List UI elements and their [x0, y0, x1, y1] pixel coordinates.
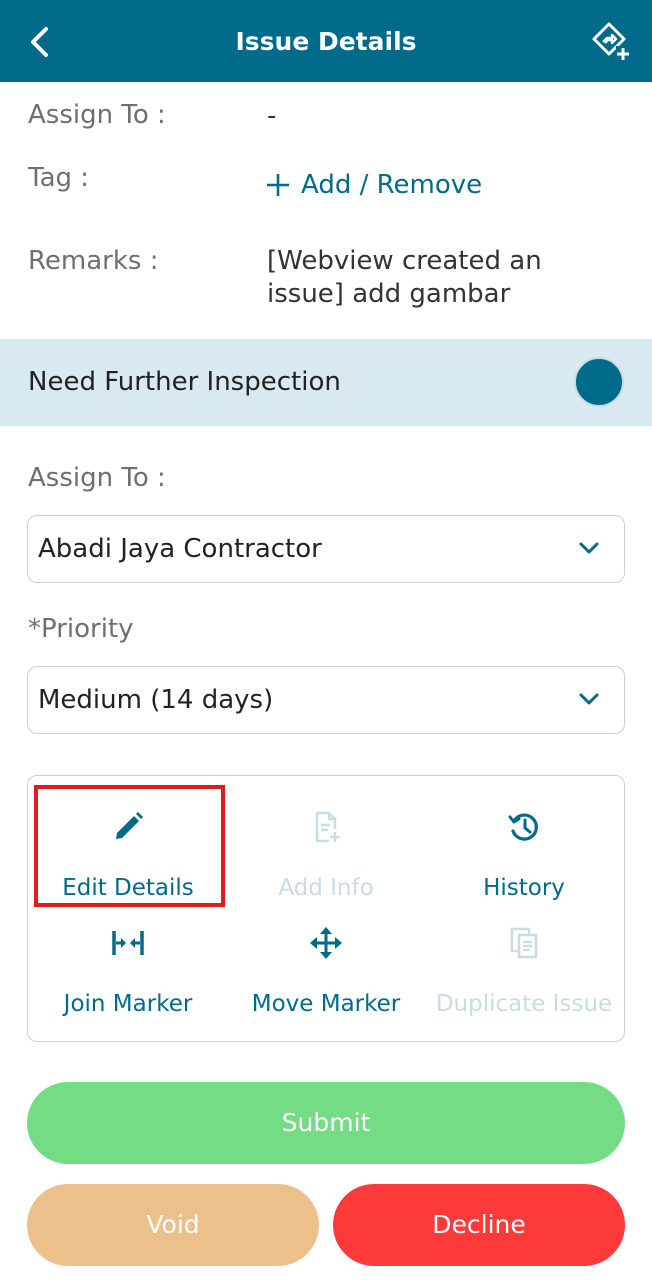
- assign-to-value: -: [267, 101, 277, 131]
- priority-selected: Medium (14 days): [38, 685, 274, 715]
- remarks-line-1: [Webview created an: [267, 246, 542, 276]
- void-button[interactable]: Void: [27, 1184, 319, 1266]
- remarks-label: Remarks :: [28, 246, 159, 276]
- tag-label: Tag :: [28, 163, 90, 193]
- move-marker-label: Move Marker: [251, 991, 401, 1017]
- remarks-line-2: issue] add gambar: [267, 279, 511, 309]
- history-label: History: [483, 875, 565, 901]
- submit-button[interactable]: Submit: [27, 1082, 625, 1164]
- inspection-row: Need Further Inspection: [0, 339, 652, 426]
- duplicate-issue-label: Duplicate Issue: [435, 991, 613, 1017]
- copy-document-icon: [510, 927, 538, 959]
- history-icon: [508, 813, 538, 841]
- decline-button[interactable]: Decline: [333, 1184, 625, 1266]
- inspection-toggle[interactable]: [574, 357, 624, 407]
- tag-add-remove-link[interactable]: Add / Remove: [265, 170, 482, 200]
- chevron-down-icon: [579, 542, 599, 554]
- form-assign-to-label: Assign To :: [28, 463, 166, 493]
- history-button[interactable]: History: [425, 791, 623, 901]
- inspection-label: Need Further Inspection: [28, 367, 341, 397]
- priority-select[interactable]: Medium (14 days): [27, 666, 625, 734]
- join-arrows-icon: [112, 931, 144, 955]
- assign-to-label: Assign To :: [28, 100, 166, 130]
- chevron-down-icon: [579, 693, 599, 705]
- tag-add-remove-label: Add / Remove: [301, 170, 483, 200]
- add-info-label: Add Info: [278, 875, 374, 901]
- page-title: Issue Details: [235, 27, 417, 56]
- move-arrows-icon: [310, 927, 342, 959]
- plus-icon: [267, 174, 289, 196]
- assign-to-select[interactable]: Abadi Jaya Contractor: [27, 515, 625, 583]
- document-plus-icon: [315, 811, 340, 843]
- duplicate-issue-button[interactable]: Duplicate Issue: [425, 907, 623, 1017]
- diamond-plus-icon[interactable]: [590, 20, 632, 62]
- assign-to-selected: Abadi Jaya Contractor: [38, 534, 322, 564]
- add-info-button[interactable]: Add Info: [227, 791, 425, 901]
- app-header: Issue Details: [0, 0, 652, 82]
- priority-label: *Priority: [28, 614, 134, 644]
- move-marker-button[interactable]: Move Marker: [227, 907, 425, 1017]
- remarks-value: [Webview created an issue] add gambar: [267, 245, 542, 311]
- join-marker-label: Join Marker: [63, 991, 193, 1017]
- join-marker-button[interactable]: Join Marker: [29, 907, 227, 1017]
- edit-details-highlight: [34, 785, 225, 907]
